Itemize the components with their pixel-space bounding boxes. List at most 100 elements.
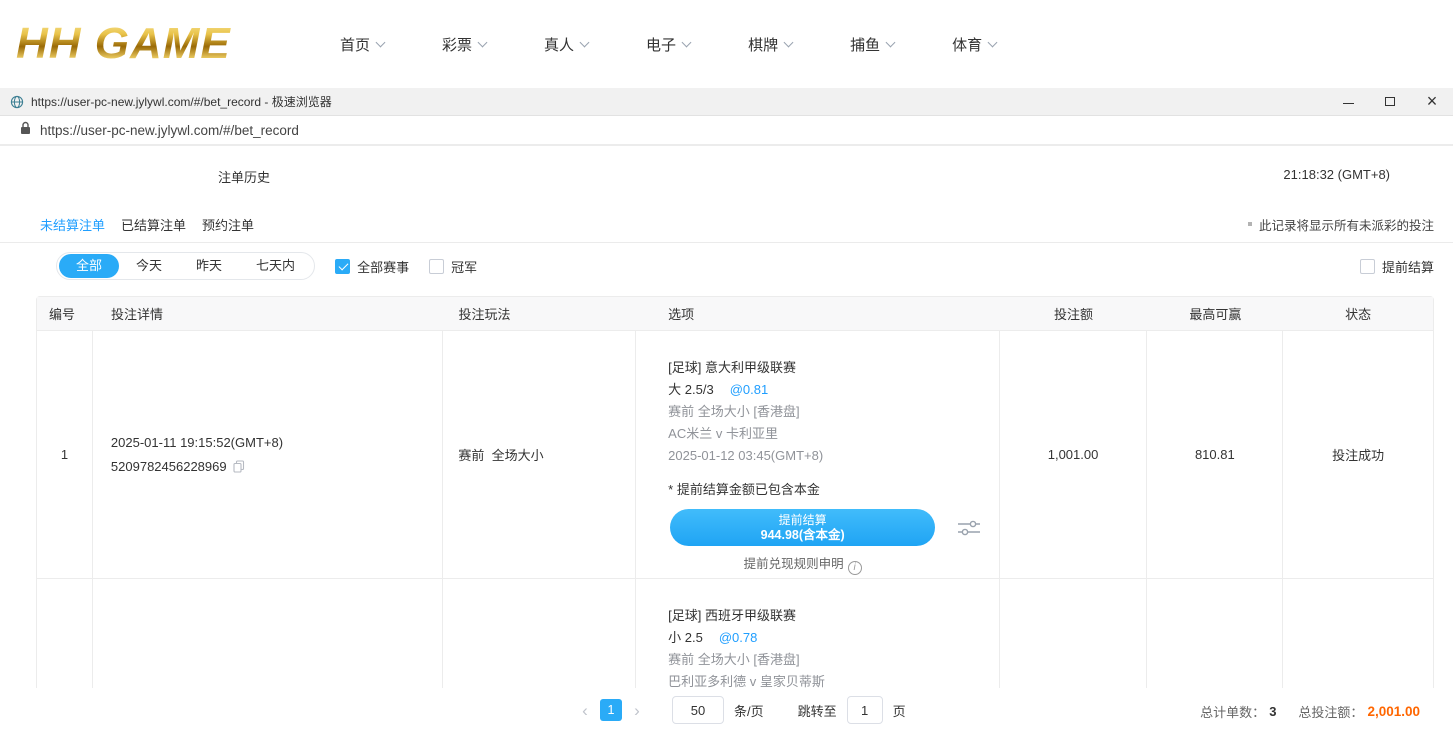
- nav-item-lottery[interactable]: 彩票: [442, 34, 486, 55]
- page-content: 注单历史 21:18:32 (GMT+8) 未结算注单 已结算注单 预约注单 此…: [0, 146, 1453, 750]
- site-logo[interactable]: HH GAME: [16, 19, 316, 69]
- close-button[interactable]: [1411, 88, 1453, 115]
- nav-item-slots[interactable]: 电子: [646, 34, 690, 55]
- option-cell: [足球] 意大利甲级联赛 大 2.5/3@0.81 赛前 全场大小 [香港盘] …: [636, 331, 1000, 578]
- window-controls: [1327, 88, 1453, 115]
- bet-time: 2025-01-11 19:15:52(GMT+8): [111, 431, 443, 455]
- cashout-row: 提前结算 944.98(含本金): [670, 509, 999, 546]
- header-play: 投注玩法: [443, 304, 636, 323]
- nav-label: 棋牌: [748, 34, 778, 55]
- pill-today[interactable]: 今天: [119, 254, 179, 278]
- unsettled-note: 此记录将显示所有未派彩的投注: [1248, 215, 1434, 234]
- max-win: 810.81: [1147, 331, 1283, 578]
- match: AC米兰 v 卡利亚里: [668, 423, 999, 445]
- chevron-down-icon: [478, 37, 488, 47]
- pagination-footer: 1 条/页 跳转至 页 总计单数： 3 总投注额： 2,001.00: [0, 688, 1453, 750]
- totals: 总计单数： 3 总投注额： 2,001.00: [1200, 702, 1420, 721]
- chevron-down-icon: [784, 37, 794, 47]
- early-settle-checkbox[interactable]: 提前结算: [1360, 257, 1434, 276]
- selection: 小 2.5: [668, 630, 703, 645]
- address-bar[interactable]: https://user-pc-new.jylywl.com/#/bet_rec…: [0, 116, 1453, 146]
- table-header: 编号 投注详情 投注玩法 选项 投注额 最高可赢 状态: [37, 297, 1433, 331]
- cashout-button-amount: 944.98(含本金): [761, 528, 845, 543]
- bet-id: 5209782456228969: [111, 455, 227, 479]
- selection: 大 2.5/3: [668, 382, 714, 397]
- tab-settled[interactable]: 已结算注单: [121, 215, 186, 234]
- cashout-note: * 提前结算金额已包含本金: [668, 481, 999, 499]
- nav-item-cards[interactable]: 棋牌: [748, 34, 792, 55]
- chevron-down-icon: [580, 37, 590, 47]
- bet-no: 1: [37, 331, 93, 578]
- bet-table: 编号 投注详情 投注玩法 选项 投注额 最高可赢 状态 1 2025-01-11…: [36, 296, 1434, 750]
- page-1-button[interactable]: 1: [600, 699, 622, 721]
- nav-label: 体育: [952, 34, 982, 55]
- total-amount: 2,001.00: [1367, 704, 1420, 719]
- nav-label: 电子: [646, 34, 676, 55]
- nav-item-sports[interactable]: 体育: [952, 34, 996, 55]
- minimize-icon: [1343, 103, 1354, 104]
- site-header: HH GAME 首页 彩票 真人 电子 棋牌 捕鱼: [0, 0, 1453, 88]
- cashout-settings-icon[interactable]: [957, 519, 981, 537]
- window-title: https://user-pc-new.jylywl.com/#/bet_rec…: [31, 93, 332, 110]
- page-title: 注单历史: [218, 167, 270, 186]
- tab-reserved[interactable]: 预约注单: [202, 215, 254, 234]
- header-detail: 投注详情: [93, 304, 444, 323]
- lock-icon: [20, 121, 31, 140]
- all-events-label: 全部赛事: [357, 257, 409, 276]
- pill-all[interactable]: 全部: [59, 254, 119, 278]
- browser-titlebar: https://user-pc-new.jylywl.com/#/bet_rec…: [0, 88, 1453, 116]
- nav-item-home[interactable]: 首页: [340, 34, 384, 55]
- page-head: 注单历史 21:18:32 (GMT+8): [0, 146, 1453, 206]
- close-icon: [1427, 92, 1438, 112]
- page-size-input[interactable]: [672, 696, 724, 724]
- next-page-icon[interactable]: [630, 702, 644, 719]
- header-option: 选项: [636, 304, 1000, 323]
- cashout-rules-line: 提前兑现规则申明: [670, 553, 935, 575]
- total-count-label: 总计单数：: [1200, 702, 1265, 721]
- odds: @0.81: [730, 382, 769, 397]
- cashout-rules-link[interactable]: 提前兑现规则申明: [744, 557, 844, 571]
- maximize-icon: [1385, 97, 1395, 106]
- dot-icon: [1248, 222, 1252, 226]
- odds: @0.78: [719, 630, 758, 645]
- maximize-button[interactable]: [1369, 88, 1411, 115]
- jump-page-input[interactable]: [847, 696, 883, 724]
- table-row: 1 2025-01-11 19:15:52(GMT+8) 52097824562…: [37, 331, 1433, 579]
- tab-unsettled[interactable]: 未结算注单: [40, 215, 105, 234]
- copy-icon[interactable]: [233, 460, 245, 473]
- early-settle-label: 提前结算: [1382, 257, 1434, 276]
- market: 赛前 全场大小 [香港盘]: [668, 649, 999, 671]
- play-type-cell: 赛前 全场大小: [443, 331, 636, 578]
- prev-page-icon[interactable]: [578, 702, 592, 719]
- match-time: 2025-01-12 03:45(GMT+8): [668, 445, 999, 467]
- minimize-button[interactable]: [1327, 88, 1369, 115]
- nav-label: 真人: [544, 34, 574, 55]
- bet-amount: 1,001.00: [1000, 331, 1148, 578]
- nav-item-fishing[interactable]: 捕鱼: [850, 34, 894, 55]
- info-icon[interactable]: [848, 561, 862, 575]
- market: 赛前 全场大小 [香港盘]: [668, 401, 999, 423]
- pill-yesterday[interactable]: 昨天: [179, 254, 239, 278]
- nav-item-live[interactable]: 真人: [544, 34, 588, 55]
- nav-label: 捕鱼: [850, 34, 880, 55]
- pill-seven-days[interactable]: 七天内: [239, 254, 312, 278]
- cashout-button-label: 提前结算: [779, 513, 827, 528]
- header-max-win: 最高可赢: [1147, 304, 1283, 323]
- chevron-down-icon: [682, 37, 692, 47]
- all-events-checkbox[interactable]: 全部赛事: [335, 257, 409, 276]
- bet-status: 投注成功: [1283, 331, 1433, 578]
- checkbox-icon: [1360, 259, 1375, 274]
- champion-checkbox[interactable]: 冠军: [429, 257, 477, 276]
- note-text: 此记录将显示所有未派彩的投注: [1259, 215, 1434, 234]
- cashout-button[interactable]: 提前结算 944.98(含本金): [670, 509, 935, 546]
- screen: HH GAME 首页 彩票 真人 电子 棋牌 捕鱼: [0, 0, 1453, 750]
- per-page-label: 条/页: [734, 701, 764, 720]
- tabs: 未结算注单 已结算注单 预约注单 此记录将显示所有未派彩的投注: [0, 206, 1453, 243]
- globe-icon: [10, 95, 24, 109]
- total-amount-label: 总投注额：: [1298, 702, 1363, 721]
- chevron-down-icon: [988, 37, 998, 47]
- nav-label: 首页: [340, 34, 370, 55]
- checkbox-icon: [429, 259, 444, 274]
- league: [足球] 西班牙甲级联赛: [668, 605, 999, 627]
- header-status: 状态: [1283, 304, 1433, 323]
